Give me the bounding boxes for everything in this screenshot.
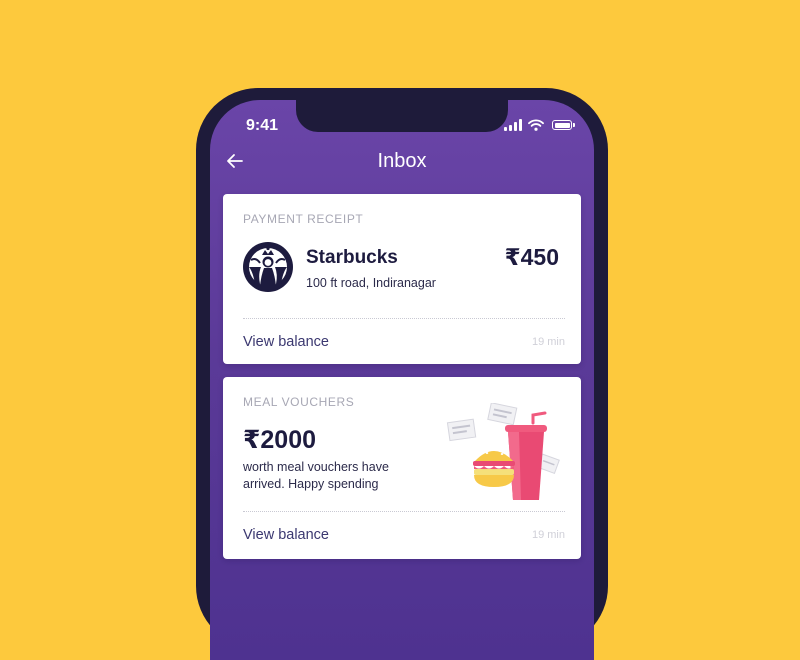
divider <box>243 318 565 319</box>
divider <box>243 511 565 512</box>
view-balance-link[interactable]: View balance <box>243 334 329 350</box>
page-title: Inbox <box>377 150 427 172</box>
section-label: MEAL VOUCHERS <box>243 395 355 409</box>
status-time: 9:41 <box>246 117 279 134</box>
merchant-name: Starbucks <box>306 247 398 268</box>
app-screen: 9:41 Inbox PAYMENT RECEIPT Starbucks 100… <box>210 100 594 660</box>
view-balance-link[interactable]: View balance <box>243 527 329 543</box>
battery-icon <box>552 120 575 130</box>
wifi-icon <box>528 119 544 131</box>
payment-receipt-card[interactable]: PAYMENT RECEIPT Starbucks 100 ft road, I… <box>223 194 581 364</box>
section-label: PAYMENT RECEIPT <box>243 212 364 226</box>
timestamp: 19 min <box>531 336 565 348</box>
payment-amount: ₹450 <box>504 244 559 270</box>
phone-notch <box>296 100 508 132</box>
merchant-address: 100 ft road, Indiranagar <box>306 276 436 290</box>
burger-drink-illustration <box>446 403 560 500</box>
timestamp: 19 min <box>531 529 565 541</box>
phone-frame: 9:41 Inbox PAYMENT RECEIPT Starbucks 100… <box>196 88 608 660</box>
meal-vouchers-card[interactable]: MEAL VOUCHERS ₹2000 worth meal vouchers … <box>223 377 581 559</box>
voucher-amount: ₹2000 <box>243 426 317 454</box>
starbucks-logo <box>243 242 293 292</box>
signal-icon <box>504 119 522 131</box>
voucher-description: worth meal vouchers have arrived. Happy … <box>243 460 389 491</box>
